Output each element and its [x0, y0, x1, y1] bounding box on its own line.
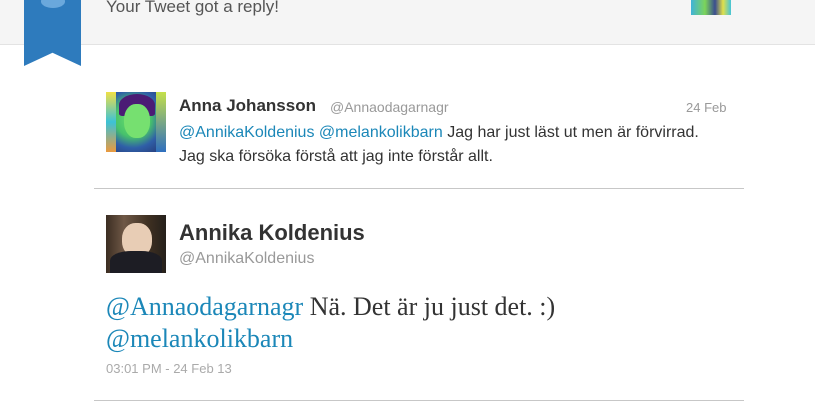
mention-link[interactable]: @AnnikaKoldenius [179, 124, 314, 141]
tweet-body: Nä. Det är ju just det. :) [309, 292, 556, 321]
tweet-timestamp[interactable]: 03:01 PM - 24 Feb 13 [106, 361, 232, 376]
mention-link[interactable]: @melankolikbarn [106, 324, 293, 353]
avatar[interactable] [106, 215, 166, 273]
mention-link[interactable]: @Annaodagarnagr [106, 292, 303, 321]
author-handle[interactable]: @Annaodagarnagr [330, 99, 449, 115]
notification-avatar[interactable] [691, 0, 731, 15]
notification-text: Your Tweet got a reply! [106, 0, 279, 16]
tweet-date[interactable]: 24 Feb [686, 100, 726, 115]
divider [94, 188, 744, 189]
tweet-text: @Annaodagarnagr Nä. Det är ju just det. … [106, 291, 726, 355]
avatar[interactable] [106, 92, 166, 152]
author-name[interactable]: Annika Koldenius [179, 220, 365, 246]
notification-bar: Your Tweet got a reply! [0, 0, 815, 45]
bookmark-ribbon-icon [24, 0, 81, 66]
tweet-text: @AnnikaKoldenius @melankolikbarn Jag har… [179, 121, 719, 169]
divider [94, 400, 744, 401]
author-name[interactable]: Anna Johansson [179, 96, 316, 116]
mention-link[interactable]: @melankolikbarn [319, 124, 443, 141]
twitter-bird-icon [41, 0, 65, 8]
author-handle[interactable]: @AnnikaKoldenius [179, 250, 314, 268]
